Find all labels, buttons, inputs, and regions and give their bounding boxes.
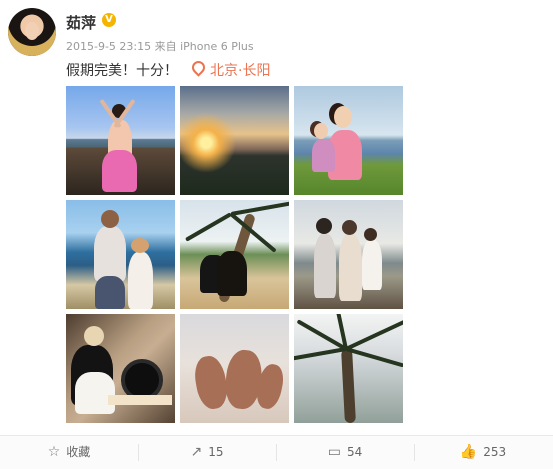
star-icon: ☆ bbox=[47, 444, 61, 460]
comment-button[interactable]: ▭ 54 bbox=[276, 436, 414, 469]
photo-beach-pose[interactable] bbox=[66, 86, 175, 195]
palm-trunk bbox=[341, 348, 356, 423]
thumbs-up-icon: 👍 bbox=[459, 444, 478, 460]
woman-head bbox=[84, 326, 104, 346]
photo-palm-beach[interactable] bbox=[180, 200, 289, 309]
avatar[interactable] bbox=[8, 8, 56, 56]
photo-sewing[interactable] bbox=[66, 314, 175, 423]
photo-sunset[interactable] bbox=[180, 86, 289, 195]
photo-deer[interactable] bbox=[180, 314, 289, 423]
share-icon: ↗ bbox=[190, 444, 203, 460]
like-button[interactable]: 👍 253 bbox=[414, 436, 552, 469]
man-head bbox=[316, 218, 332, 234]
dress-figure bbox=[102, 150, 137, 192]
post-text: 假期完美！十分！ bbox=[66, 63, 178, 79]
woman-figure bbox=[339, 234, 362, 301]
palm-leaf bbox=[230, 201, 289, 216]
mother-head bbox=[334, 106, 352, 128]
repost-button[interactable]: ↗ 15 bbox=[138, 436, 276, 469]
child-figure bbox=[362, 240, 382, 290]
palm-leaf bbox=[345, 319, 403, 351]
photo-father-daughter[interactable] bbox=[66, 200, 175, 309]
palm-leaf bbox=[294, 347, 347, 363]
verified-badge-icon: V bbox=[102, 13, 116, 27]
girl-figure bbox=[75, 372, 115, 414]
location-label: 北京·长阳 bbox=[210, 63, 271, 79]
author-name[interactable]: 茹萍 bbox=[66, 12, 96, 33]
post-meta: 2015-9-5 23:15 来自 iPhone 6 Plus bbox=[66, 40, 254, 53]
toolbar-divider bbox=[276, 444, 277, 461]
palm-leaf bbox=[345, 347, 403, 368]
sewing-table bbox=[108, 395, 172, 405]
favorite-label: 收藏 bbox=[66, 445, 91, 459]
palm-leaf bbox=[184, 212, 232, 242]
woman-head bbox=[342, 220, 357, 235]
father-figure bbox=[94, 226, 126, 281]
repost-count: 15 bbox=[208, 445, 224, 459]
photo-family-seaside[interactable] bbox=[294, 200, 403, 309]
child-head bbox=[314, 123, 328, 139]
comment-icon: ▭ bbox=[327, 444, 341, 460]
person-figure bbox=[217, 251, 247, 296]
father-head bbox=[101, 210, 119, 228]
location-pin-icon bbox=[189, 58, 208, 77]
daughter-figure bbox=[128, 252, 153, 309]
avatar-face bbox=[25, 22, 39, 40]
man-figure bbox=[314, 234, 336, 298]
photo-palm-tree[interactable] bbox=[294, 314, 403, 423]
like-count: 253 bbox=[483, 445, 507, 459]
photo-mother-daughter[interactable] bbox=[294, 86, 403, 195]
child-figure bbox=[312, 139, 335, 172]
favorite-button[interactable]: ☆ 收藏 bbox=[0, 436, 138, 469]
location-link[interactable]: 北京·长阳 bbox=[189, 58, 271, 80]
post-action-bar: ☆ 收藏 ↗ 15 ▭ 54 👍 253 bbox=[0, 435, 553, 469]
child-head bbox=[364, 228, 377, 241]
father-pants bbox=[95, 276, 125, 309]
toolbar-divider bbox=[414, 444, 415, 461]
photo-grid bbox=[66, 86, 404, 424]
comment-count: 54 bbox=[346, 445, 363, 459]
daughter-head bbox=[131, 238, 149, 253]
toolbar-divider bbox=[138, 444, 139, 461]
